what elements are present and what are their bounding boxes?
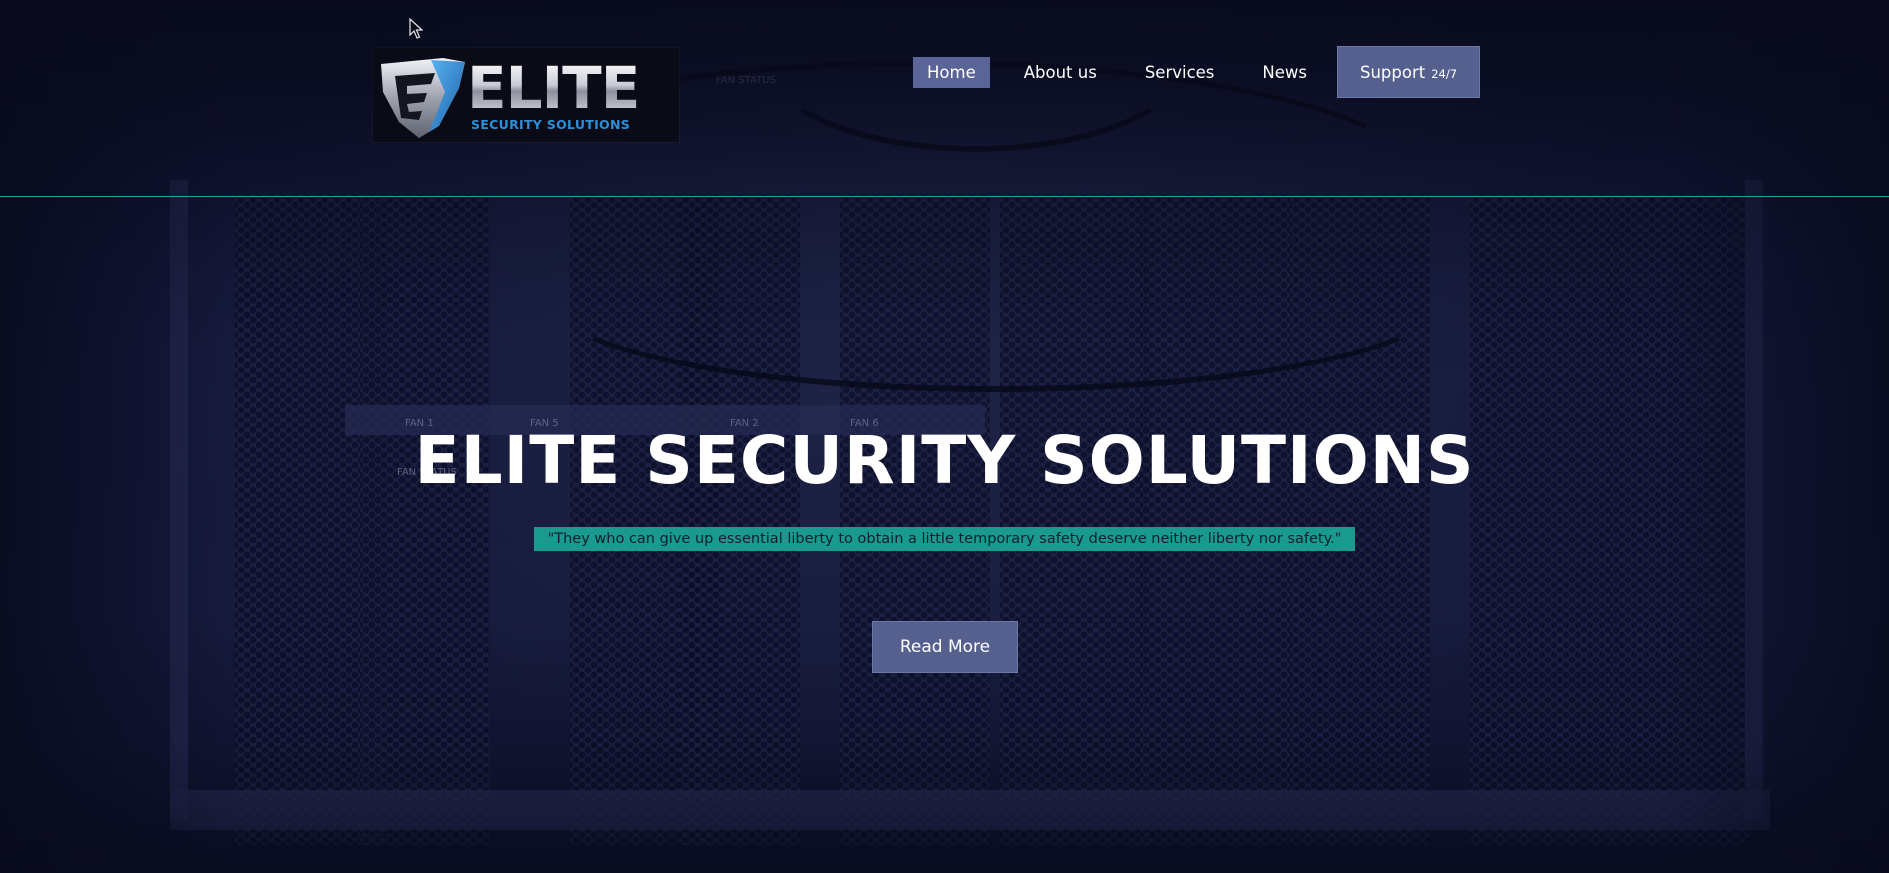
logo-tagline: SECURITY SOLUTIONS <box>471 116 631 132</box>
read-more-button[interactable]: Read More <box>872 621 1018 673</box>
hero-title: ELITE SECURITY SOLUTIONS <box>414 422 1475 499</box>
logo-wordmark: ELITE SECURITY SOLUTIONS <box>467 53 640 132</box>
nav-item-home[interactable]: Home <box>913 57 990 88</box>
site-logo[interactable]: ELITE SECURITY SOLUTIONS <box>373 48 679 142</box>
rack-fan-grille <box>1000 195 1150 845</box>
shield-e-icon <box>381 58 465 138</box>
rack-side-rail <box>1745 180 1763 820</box>
rack-side-rail <box>170 180 188 820</box>
cable-decoration <box>540 200 1452 392</box>
logo-word: ELITE <box>467 53 640 122</box>
page: FAN 1 FAN 5 FAN 2 FAN 6 FAN STATUS FAN S… <box>0 0 1889 873</box>
mouse-pointer-icon <box>409 18 423 39</box>
rack-bottom-rail <box>170 790 1770 830</box>
rack-fan-grille <box>680 195 800 845</box>
rack-fan-grille <box>840 195 990 845</box>
site-header: ELITE SECURITY SOLUTIONS Home About us S… <box>0 0 1889 197</box>
nav-item-about-us[interactable]: About us <box>1010 57 1111 88</box>
support-button-sublabel: 24/7 <box>1431 66 1458 81</box>
hero-quote-container: "They who can give up essential liberty … <box>0 527 1889 551</box>
support-button-label: Support <box>1359 62 1426 82</box>
rack-fan-grille <box>1140 195 1290 845</box>
main-nav: Home About us Services News <box>913 57 1341 88</box>
support-button[interactable]: Support 24/7 <box>1337 46 1480 98</box>
hero-quote: "They who can give up essential liberty … <box>533 527 1356 551</box>
rack-fan-grille <box>570 195 720 845</box>
rack-fan-grille <box>235 195 385 845</box>
rack-fan-grille <box>1610 195 1750 845</box>
nav-item-news[interactable]: News <box>1248 57 1321 88</box>
nav-item-services[interactable]: Services <box>1131 57 1229 88</box>
rack-fan-grille <box>360 195 490 845</box>
rack-fan-grille <box>1290 195 1430 845</box>
rack-fan-grille <box>1470 195 1620 845</box>
